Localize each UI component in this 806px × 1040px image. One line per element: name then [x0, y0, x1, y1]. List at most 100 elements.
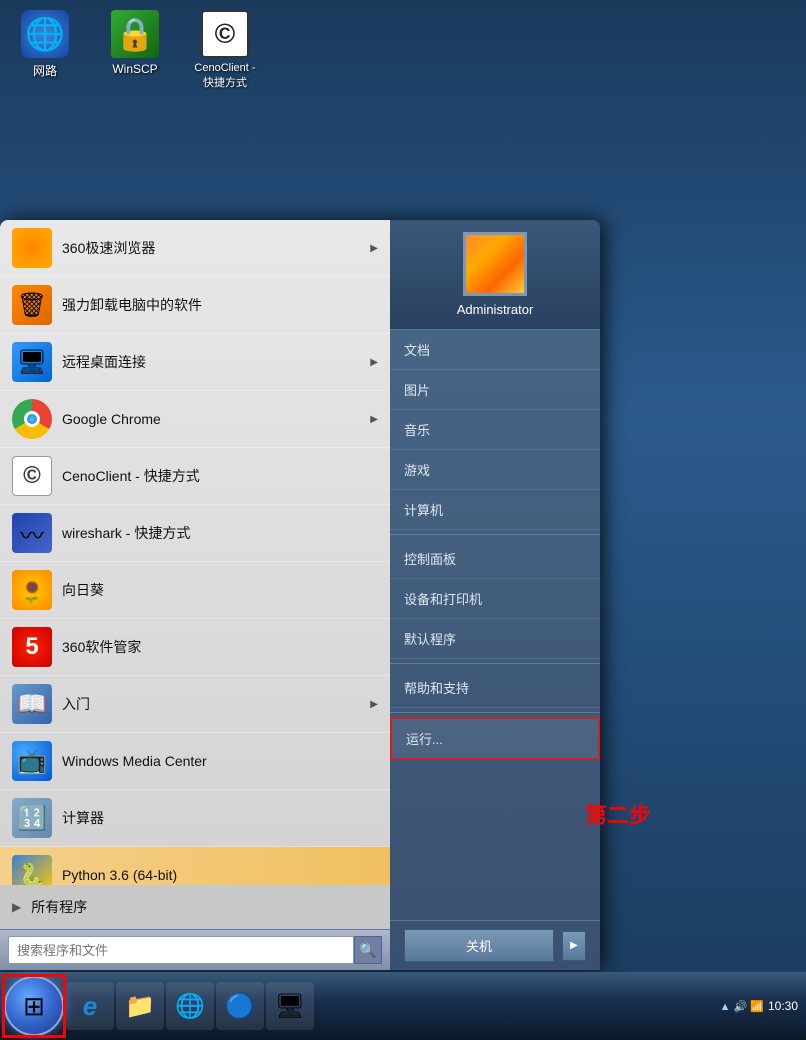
desktop-icon-network[interactable]: 🌐 网路: [10, 10, 80, 90]
explorer-icon: 📁: [125, 992, 155, 1021]
icon-sunflower: 🌻: [12, 570, 52, 610]
all-programs-label: 所有程序: [31, 897, 87, 917]
label-360browser: 360极速浏览器: [62, 238, 360, 258]
start-menu: 360极速浏览器 ▶ 🗑 强力卸载电脑中的软件 🖥 远程桌面连接 ▶: [0, 220, 600, 970]
taskbar-item-ie[interactable]: e: [66, 982, 114, 1030]
start-menu-right: Administrator 文档 图片 音乐 游戏 计算机 控制面板 设备和打印…: [390, 220, 600, 970]
start-menu-left: 360极速浏览器 ▶ 🗑 强力卸载电脑中的软件 🖥 远程桌面连接 ▶: [0, 220, 390, 970]
icon-intro: 📖: [12, 684, 52, 724]
desktop-icon-winscp[interactable]: 🔒 WinSCP: [100, 10, 170, 90]
menu-item-sunflower[interactable]: 🌻 向日葵: [0, 562, 390, 619]
menu-item-uninstall[interactable]: 🗑 强力卸载电脑中的软件: [0, 277, 390, 334]
label-sunflower: 向日葵: [62, 580, 378, 600]
menu-items-list: 360极速浏览器 ▶ 🗑 强力卸载电脑中的软件 🖥 远程桌面连接 ▶: [0, 220, 390, 885]
menu-item-ceno[interactable]: © CenoClient - 快捷方式: [0, 448, 390, 505]
taskbar: ⊞ e 📁 🌐 🔵 🖥 ▲ 🔊 📶 10:30: [0, 972, 806, 1040]
desktop-icons: 🌐 网路 🔒 WinSCP © CenoClient - 快捷方式: [10, 10, 260, 90]
icon-uninstall: 🗑: [12, 285, 52, 325]
monitor-icon: 🖥: [275, 992, 305, 1021]
step2-annotation: 第二步: [585, 798, 651, 830]
icon-chrome: [12, 399, 52, 439]
label-calc: 计算器: [62, 808, 378, 828]
menu-item-chrome[interactable]: Google Chrome ▶: [0, 391, 390, 448]
search-input[interactable]: [8, 936, 354, 964]
menu-item-wireshark[interactable]: 〰 wireshark - 快捷方式: [0, 505, 390, 562]
search-bar: 🔍: [0, 929, 390, 970]
all-programs-arrow-icon: ▶: [12, 900, 21, 914]
user-name: Administrator: [457, 302, 534, 317]
right-menu-defaults[interactable]: 默认程序: [390, 619, 600, 659]
shutdown-row: 关机 ▶: [390, 920, 600, 970]
right-menu-games[interactable]: 游戏: [390, 450, 600, 490]
desktop: 🌐 网路 🔒 WinSCP © CenoClient - 快捷方式 360极速浏…: [0, 0, 806, 1040]
icon-calc: 🔢: [12, 798, 52, 838]
right-menu-music[interactable]: 音乐: [390, 410, 600, 450]
taskbar-item-chrome-2[interactable]: 🌐: [166, 982, 214, 1030]
label-uninstall: 强力卸载电脑中的软件: [62, 295, 378, 315]
run-label: 运行...: [406, 732, 443, 747]
shutdown-button[interactable]: 关机: [404, 929, 554, 962]
winscp-label: WinSCP: [112, 62, 157, 76]
taskbar-item-chrome-3[interactable]: 🔵: [216, 982, 264, 1030]
winscp-icon: 🔒: [111, 10, 159, 58]
tray-icons: ▲ 🔊 📶: [720, 1000, 764, 1013]
menu-item-remote[interactable]: 🖥 远程桌面连接 ▶: [0, 334, 390, 391]
label-intro: 入门: [62, 694, 360, 714]
icon-360browser: [12, 228, 52, 268]
desktop-icon-cenoclient[interactable]: © CenoClient - 快捷方式: [190, 10, 260, 90]
network-label: 网路: [33, 62, 57, 79]
start-button[interactable]: ⊞: [4, 976, 64, 1036]
user-avatar: [463, 232, 527, 296]
chrome2-icon: 🌐: [175, 992, 205, 1021]
label-ceno: CenoClient - 快捷方式: [62, 466, 378, 486]
menu-item-360mgr[interactable]: 5 360软件管家: [0, 619, 390, 676]
search-button[interactable]: 🔍: [354, 936, 382, 964]
label-python: Python 3.6 (64-bit): [62, 867, 378, 883]
right-menu-run[interactable]: 运行...: [390, 717, 600, 760]
label-wireshark: wireshark - 快捷方式: [62, 523, 378, 543]
arrow-360browser: ▶: [370, 243, 378, 254]
windows-logo-icon: ⊞: [23, 991, 45, 1022]
icon-ceno-menu: ©: [12, 456, 52, 496]
ie-icon: e: [83, 991, 97, 1022]
label-remote: 远程桌面连接: [62, 352, 360, 372]
menu-item-wmc[interactable]: 📺 Windows Media Center: [0, 733, 390, 790]
cenoclient-label: CenoClient - 快捷方式: [194, 62, 255, 90]
icon-python: 🐍: [12, 855, 52, 885]
clock: 10:30: [768, 999, 798, 1013]
right-separator-2: [390, 663, 600, 664]
right-menu-computer[interactable]: 计算机: [390, 490, 600, 530]
menu-item-calc[interactable]: 🔢 计算器: [0, 790, 390, 847]
right-menu-help[interactable]: 帮助和支持: [390, 668, 600, 708]
chrome3-icon: 🔵: [225, 992, 255, 1021]
right-menu-pictures[interactable]: 图片: [390, 370, 600, 410]
right-separator-1: [390, 534, 600, 535]
label-360mgr: 360软件管家: [62, 637, 378, 657]
taskbar-items: e 📁 🌐 🔵 🖥: [66, 980, 714, 1032]
right-menu-documents[interactable]: 文档: [390, 330, 600, 370]
menu-item-python[interactable]: 🐍 Python 3.6 (64-bit): [0, 847, 390, 885]
taskbar-item-explorer[interactable]: 📁: [116, 982, 164, 1030]
arrow-remote: ▶: [370, 357, 378, 368]
shutdown-label: 关机: [466, 939, 492, 954]
cenoclient-desktop-icon: ©: [201, 10, 249, 58]
shutdown-options-button[interactable]: ▶: [562, 931, 586, 961]
menu-item-360browser[interactable]: 360极速浏览器 ▶: [0, 220, 390, 277]
label-chrome: Google Chrome: [62, 411, 360, 427]
menu-item-intro[interactable]: 📖 入门 ▶: [0, 676, 390, 733]
user-profile: Administrator: [390, 220, 600, 330]
all-programs-row[interactable]: ▶ 所有程序: [0, 885, 390, 929]
tray-area: ▲ 🔊 📶 10:30: [716, 999, 802, 1013]
right-menu-devices[interactable]: 设备和打印机: [390, 579, 600, 619]
arrow-intro: ▶: [370, 699, 378, 710]
icon-wmc: 📺: [12, 741, 52, 781]
label-wmc: Windows Media Center: [62, 753, 378, 769]
user-avatar-image: [466, 235, 524, 293]
network-icon: 🌐: [21, 10, 69, 58]
right-menu-controlpanel[interactable]: 控制面板: [390, 539, 600, 579]
arrow-chrome: ▶: [370, 414, 378, 425]
icon-remote: 🖥: [12, 342, 52, 382]
icon-wireshark: 〰: [12, 513, 52, 553]
taskbar-item-monitor[interactable]: 🖥: [266, 982, 314, 1030]
icon-360mgr: 5: [12, 627, 52, 667]
